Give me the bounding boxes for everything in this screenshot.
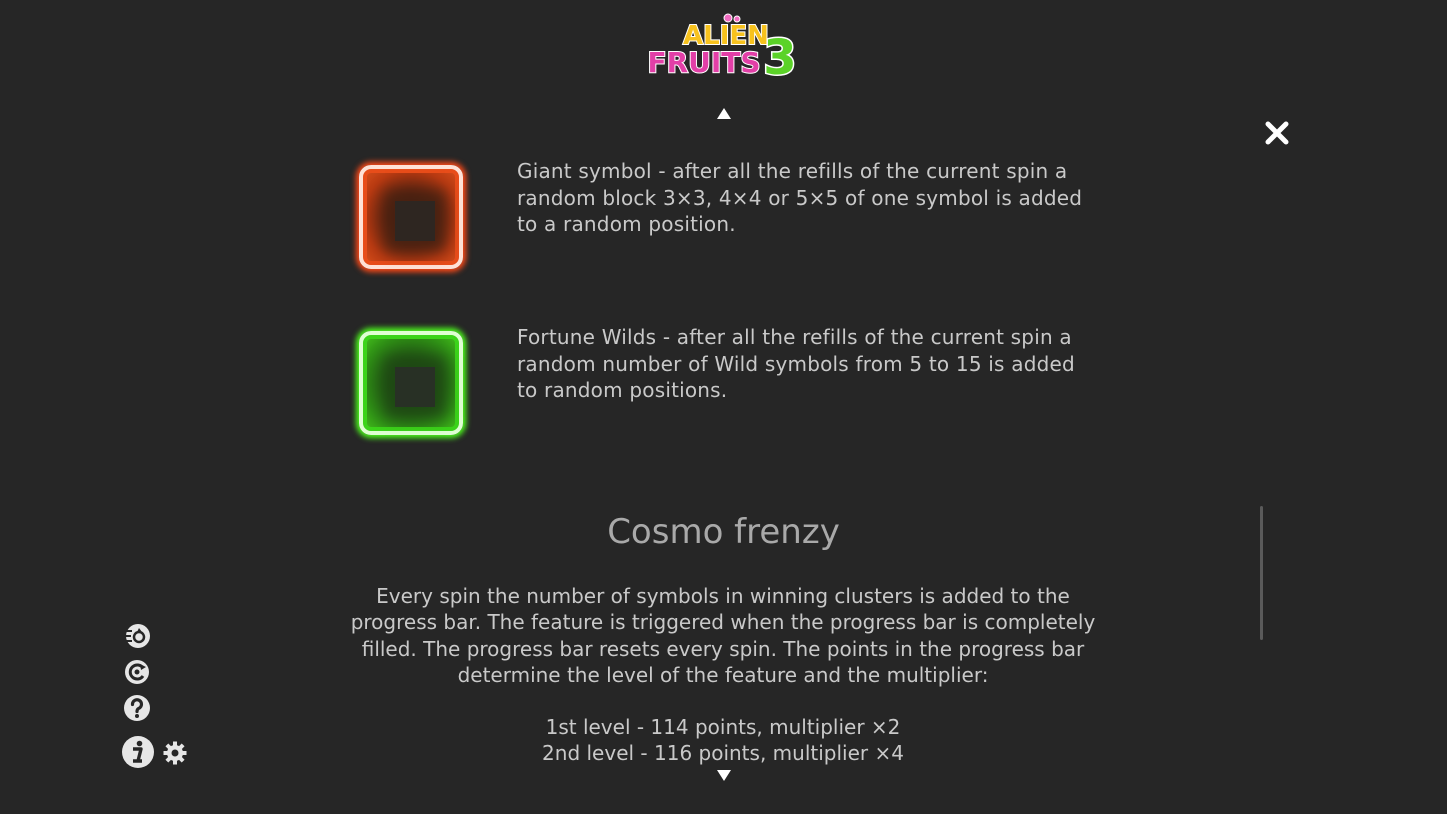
help-icon[interactable] <box>123 694 151 722</box>
logo-line2: FRUITS <box>647 46 760 79</box>
scroll-up-icon[interactable] <box>717 108 731 119</box>
fortune-wilds-description: Fortune Wilds - after all the refills of… <box>517 325 1075 402</box>
fortune-wilds-icon <box>359 331 463 435</box>
settings-icon[interactable] <box>163 741 187 765</box>
levels-list: 1st level - 114 points, multiplier ×2 2n… <box>473 714 973 767</box>
info-icon[interactable] <box>121 735 155 769</box>
turbo-spin-icon[interactable] <box>123 622 151 650</box>
logo-number: 3 <box>763 30 796 85</box>
close-icon[interactable] <box>1263 119 1291 147</box>
alien-fruits-3-logo: ALIEN FRUITS 3 <box>646 13 798 85</box>
giant-symbol-description: Giant symbol - after all the refills of … <box>517 159 1083 236</box>
section-body: Every spin the number of symbols in winn… <box>350 584 1096 687</box>
paytable-screen: ALIEN FRUITS 3 Giant symbol - after all … <box>0 0 1447 814</box>
giant-symbol-icon <box>359 165 463 269</box>
level-item: 2nd level - 116 points, multiplier ×4 <box>542 741 904 766</box>
section-title: Cosmo frenzy <box>607 512 840 552</box>
autoplay-icon[interactable] <box>123 658 151 686</box>
level-item: 1st level - 114 points, multiplier ×2 <box>545 715 901 739</box>
scroll-down-icon[interactable] <box>717 770 731 781</box>
scrollbar-thumb[interactable] <box>1260 506 1263 640</box>
